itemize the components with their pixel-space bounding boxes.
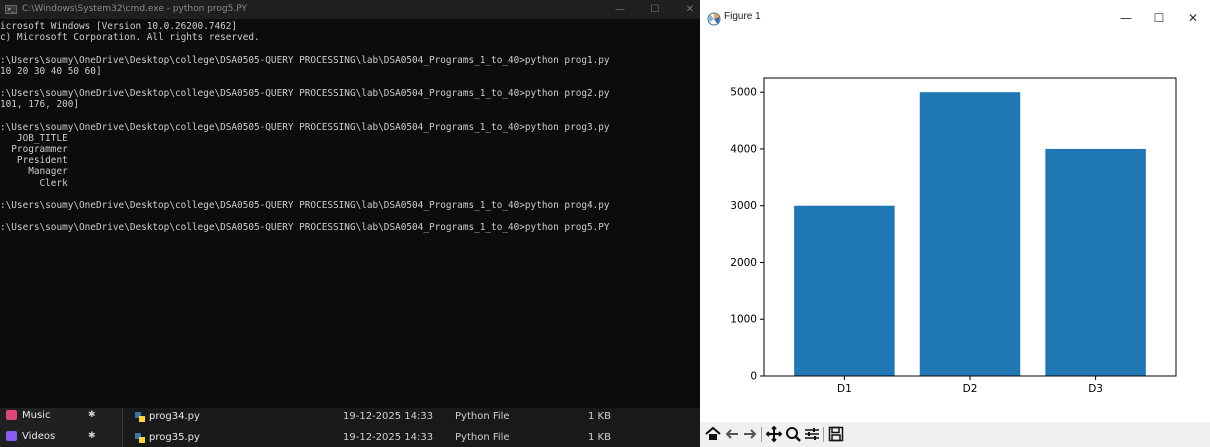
cmd-output-line: Clerk	[0, 177, 68, 189]
cmd-output-line	[0, 77, 700, 88]
cmd-output-line	[0, 43, 700, 54]
python-file-icon	[135, 433, 145, 443]
cmd-output-line: Programmer	[0, 144, 68, 156]
cmd-output-line: icrosoft Windows [Version 10.0.26200.746…	[0, 21, 238, 32]
figure-close-button[interactable]: ✕	[1182, 9, 1204, 27]
cmd-output-line: 10 20 30 40 50 60]	[0, 65, 102, 77]
file-date: 19-12-2025 14:33	[343, 411, 434, 422]
cmd-maximize-button[interactable]: ☐	[645, 0, 665, 19]
bar-d3	[1045, 148, 1146, 376]
y-tick-label: 3000	[730, 200, 757, 212]
cmd-output-line: :\Users\soumy\OneDrive\Desktop\college\D…	[0, 222, 610, 234]
nav-item-music[interactable]: Music	[6, 408, 50, 424]
python-file-icon	[135, 412, 145, 422]
pan-icon[interactable]	[765, 425, 783, 443]
pin-icon[interactable]: ✱	[88, 410, 96, 420]
file-explorer: Music ✱ Videos ✱ prog34.py 19-12-2025 14…	[0, 408, 700, 447]
x-tick-label: D2	[963, 383, 978, 395]
nav-item-label: Music	[22, 410, 51, 421]
cmd-output-line: JOB_TITLE	[0, 132, 68, 144]
terminal-icon: >_	[5, 5, 17, 14]
file-row[interactable]: prog35.py 19-12-2025 14:33 Python File 1…	[123, 429, 700, 447]
cmd-output-line: :\Users\soumy\OneDrive\Desktop\college\D…	[0, 54, 610, 66]
cmd-output-line: :\Users\soumy\OneDrive\Desktop\college\D…	[0, 121, 610, 133]
file-type: Python File	[455, 432, 510, 443]
figure-toolbar	[700, 422, 1210, 447]
bar-d1	[794, 205, 895, 376]
bar-chart[interactable]: 0 1000 2000 3000 4000 5000 D1 D2 D3	[700, 38, 1210, 422]
video-icon	[6, 431, 17, 441]
figure-window[interactable]: Figure 1 — ☐ ✕ 0 1000 2000 3000 4000 5000 D1 D2…	[700, 0, 1210, 447]
cmd-output-line: President	[0, 155, 68, 167]
back-arrow-icon[interactable]	[723, 425, 741, 443]
cmd-output-line	[0, 211, 700, 222]
file-size: 1 KB	[588, 432, 611, 443]
music-icon	[6, 410, 17, 420]
cmd-output-line: :\Users\soumy\OneDrive\Desktop\college\D…	[0, 88, 610, 100]
forward-arrow-icon[interactable]	[741, 425, 759, 443]
cmd-close-button[interactable]: ✕	[680, 0, 700, 19]
cmd-output[interactable]: icrosoft Windows [Version 10.0.26200.746…	[0, 21, 700, 406]
cmd-window[interactable]: >_ C:\Windows\System32\cmd.exe - python …	[0, 0, 700, 408]
matplotlib-icon	[707, 12, 721, 26]
cmd-output-line: c) Microsoft Corporation. All rights res…	[0, 32, 260, 44]
figure-titlebar[interactable]: Figure 1 — ☐ ✕	[700, 0, 1210, 38]
cmd-output-line	[0, 111, 700, 122]
figure-maximize-button[interactable]: ☐	[1148, 9, 1170, 27]
save-icon[interactable]	[827, 425, 845, 443]
file-date: 19-12-2025 14:33	[343, 432, 434, 443]
zoom-icon[interactable]	[784, 425, 802, 443]
file-name: prog35.py	[149, 432, 200, 443]
file-size: 1 KB	[588, 411, 611, 422]
cmd-minimize-button[interactable]: —	[610, 0, 630, 19]
configure-subplots-icon[interactable]	[803, 425, 821, 443]
file-row[interactable]: prog34.py 19-12-2025 14:33 Python File 1…	[123, 408, 700, 426]
cmd-output-line: :\Users\soumy\OneDrive\Desktop\college\D…	[0, 200, 610, 211]
figure-title: Figure 1	[724, 11, 761, 22]
x-tick-label: D1	[837, 383, 852, 395]
y-tick-label: 4000	[730, 143, 757, 155]
toolbar-separator	[761, 427, 762, 442]
cmd-output-line: Manager	[0, 166, 68, 178]
file-type: Python File	[455, 411, 510, 422]
home-icon[interactable]	[704, 425, 722, 443]
cmd-output-line: 101, 176, 200]	[0, 99, 80, 111]
file-name: prog34.py	[149, 411, 200, 422]
x-tick-label: D3	[1088, 383, 1103, 395]
cmd-titlebar[interactable]: >_ C:\Windows\System32\cmd.exe - python …	[0, 0, 700, 19]
cmd-window-title: C:\Windows\System32\cmd.exe - python pro…	[22, 4, 247, 14]
y-tick-label: 0	[750, 371, 757, 383]
explorer-nav-pane: Music ✱ Videos ✱	[0, 408, 122, 447]
pin-icon[interactable]: ✱	[88, 431, 96, 441]
y-tick-label: 5000	[730, 87, 757, 99]
cmd-output-line	[0, 189, 700, 200]
y-tick-label: 1000	[730, 314, 757, 326]
toolbar-separator	[823, 427, 824, 442]
nav-item-videos[interactable]: Videos	[6, 429, 55, 445]
bar-d2	[919, 92, 1021, 376]
figure-minimize-button[interactable]: —	[1115, 9, 1137, 27]
y-tick-label: 2000	[730, 257, 757, 269]
nav-item-label: Videos	[22, 431, 56, 442]
